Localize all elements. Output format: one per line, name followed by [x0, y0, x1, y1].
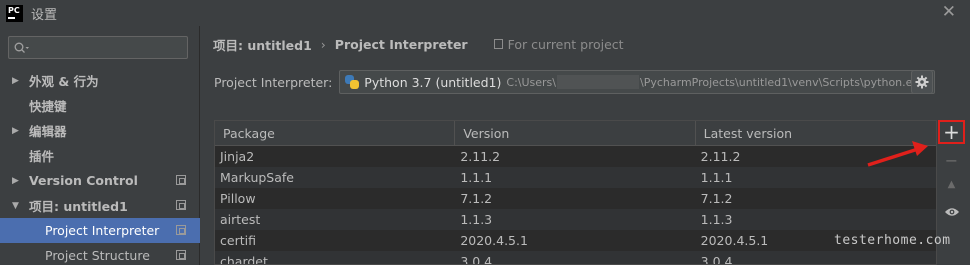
- interpreter-row: Project Interpreter: Python 3.7 (untitle…: [214, 70, 936, 94]
- close-icon[interactable]: ✕: [942, 2, 956, 22]
- package-version: 1.1.1: [460, 170, 493, 185]
- interpreter-path: C:\Users\ \PycharmProjects\untitled1\ven…: [506, 75, 925, 89]
- project-scope-icon: [176, 200, 186, 210]
- package-version: 1.1.3: [460, 212, 493, 227]
- gear-icon: [915, 75, 929, 89]
- package-latest-version: 7.1.2: [700, 191, 733, 206]
- remove-package-button[interactable]: −: [938, 148, 965, 172]
- add-package-button[interactable]: +: [938, 120, 965, 144]
- settings-nav-tree: ▶ 外观 & 行为 快捷键 ▶ 编辑器 插件 ▶ Version Control…: [0, 68, 200, 265]
- nav-item-label: 项目: untitled1: [29, 199, 128, 214]
- nav-item-label: 编辑器: [29, 124, 67, 139]
- package-name: chardet: [220, 254, 268, 265]
- watermark: testerhome.com: [834, 233, 951, 248]
- nav-item-label: Project Interpreter: [45, 223, 160, 238]
- for-current-project-label: For current project: [507, 36, 624, 52]
- settings-main-panel: 项目: untitled1 › Project Interpreter For …: [201, 26, 970, 265]
- packages-table: Package Version Latest version Jinja2 2.…: [214, 120, 937, 265]
- expand-arrow-icon[interactable]: ▶: [12, 126, 26, 136]
- table-row[interactable]: airtest 1.1.3 1.1.3: [215, 209, 936, 230]
- nav-item-label: 快捷键: [29, 99, 67, 114]
- project-scope-icon: [176, 175, 186, 185]
- table-row[interactable]: chardet 3.0.4 3.0.4: [215, 251, 936, 265]
- breadcrumb-separator: ›: [320, 36, 326, 52]
- package-version: 3.0.4: [460, 254, 493, 265]
- package-name: certifi: [220, 233, 256, 248]
- nav-item-appearance-behavior[interactable]: ▶ 外观 & 行为: [0, 68, 200, 93]
- package-name: Jinja2: [220, 149, 255, 164]
- interpreter-select[interactable]: Python 3.7 (untitled1) C:\Users\ \Pychar…: [339, 70, 936, 94]
- package-latest-version: 2.11.2: [700, 149, 741, 164]
- nav-item-plugins[interactable]: 插件: [0, 143, 200, 168]
- show-early-releases-button[interactable]: [938, 200, 965, 224]
- nav-item-project-interpreter[interactable]: Project Interpreter: [0, 218, 200, 243]
- window-title: 设置: [31, 7, 58, 23]
- column-header-version[interactable]: Version: [455, 121, 696, 145]
- package-latest-version: 1.1.1: [700, 170, 733, 185]
- nav-item-keymap[interactable]: 快捷键: [0, 93, 200, 118]
- table-row[interactable]: Pillow 7.1.2 7.1.2: [215, 188, 936, 209]
- settings-search-input[interactable]: [34, 40, 174, 55]
- package-version: 2.11.2: [460, 149, 501, 164]
- logo-text: PC: [8, 5, 20, 15]
- package-name: Pillow: [220, 191, 256, 206]
- eye-icon: [944, 208, 959, 216]
- breadcrumb-page: Project Interpreter: [334, 36, 468, 52]
- package-version: 7.1.2: [460, 191, 493, 206]
- interpreter-settings-button[interactable]: [911, 70, 933, 94]
- interpreter-name: Python 3.7 (untitled1): [364, 74, 502, 90]
- python-icon: [345, 75, 360, 89]
- packages-table-header: Package Version Latest version: [215, 121, 936, 146]
- package-latest-version: 3.0.4: [700, 254, 733, 265]
- search-icon: [14, 42, 29, 53]
- project-scope-icon: [176, 225, 186, 235]
- package-version: 2020.4.5.1: [460, 233, 528, 248]
- breadcrumb-project: 项目: untitled1: [213, 37, 312, 53]
- nav-item-version-control[interactable]: ▶ Version Control: [0, 168, 200, 193]
- project-scope-icon: [176, 250, 186, 260]
- expand-arrow-icon[interactable]: ▶: [12, 176, 26, 186]
- nav-item-label: 插件: [29, 149, 55, 164]
- nav-item-project-structure[interactable]: Project Structure: [0, 243, 200, 265]
- nav-item-label: Project Structure: [45, 248, 150, 263]
- pycharm-logo-icon: PC: [6, 4, 23, 22]
- package-name: airtest: [220, 212, 261, 227]
- column-header-latest-version[interactable]: Latest version: [696, 121, 936, 145]
- column-header-package[interactable]: Package: [215, 121, 456, 145]
- table-row[interactable]: certifi 2020.4.5.1 2020.4.5.1: [215, 230, 936, 251]
- package-name: MarkupSafe: [220, 170, 294, 185]
- redacted-username: [557, 75, 639, 89]
- collapse-arrow-icon[interactable]: ▼: [12, 201, 26, 211]
- upgrade-package-button[interactable]: ▲: [938, 172, 965, 196]
- package-latest-version: 1.1.3: [700, 212, 733, 227]
- nav-item-editor[interactable]: ▶ 编辑器: [0, 118, 200, 143]
- project-scope-icon: [493, 39, 503, 49]
- table-row[interactable]: MarkupSafe 1.1.1 1.1.1: [215, 167, 936, 188]
- nav-item-label: Version Control: [29, 173, 138, 188]
- expand-arrow-icon[interactable]: ▶: [12, 76, 26, 86]
- interpreter-label: Project Interpreter:: [214, 74, 333, 90]
- for-current-project-hint: For current project: [493, 36, 624, 52]
- interpreter-path-prefix: C:\Users\: [506, 75, 556, 89]
- table-row[interactable]: Jinja2 2.11.2 2.11.2: [215, 146, 936, 167]
- nav-item-label: 外观 & 行为: [29, 74, 99, 89]
- breadcrumb: 项目: untitled1 › Project Interpreter For …: [213, 34, 624, 54]
- settings-sidebar: ▶ 外观 & 行为 快捷键 ▶ 编辑器 插件 ▶ Version Control…: [0, 26, 200, 265]
- nav-item-project[interactable]: ▼ 项目: untitled1: [0, 193, 200, 218]
- title-bar: PC 设置 ✕: [0, 0, 970, 26]
- settings-search-box[interactable]: [8, 36, 188, 59]
- interpreter-path-suffix: \PycharmProjects\untitled1\venv\Scripts\…: [640, 75, 926, 89]
